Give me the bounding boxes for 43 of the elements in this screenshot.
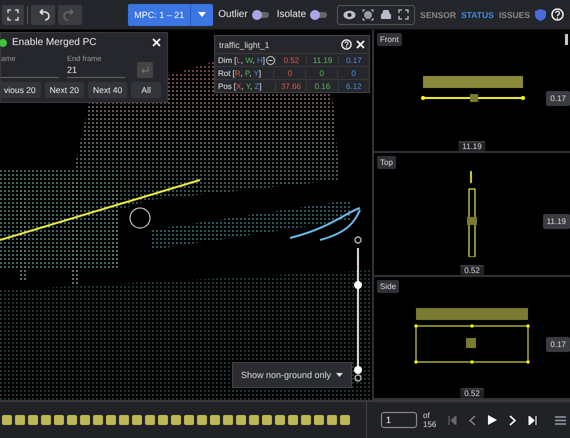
view-label: Side — [377, 280, 400, 293]
row-label: Rot — [217, 68, 230, 78]
frame-range-button[interactable]: Next 20 — [44, 82, 84, 98]
axis-legend: [X, Y, Z] — [234, 82, 264, 90]
dimension-label: 11.19 — [458, 141, 486, 152]
dimension-label: 0.52 — [460, 264, 484, 275]
row-label: Dim — [217, 56, 232, 64]
value-cell[interactable]: 0.17 — [338, 56, 370, 64]
toggle-label: Isolate — [276, 9, 306, 20]
panel-title: Enable Merged PC — [12, 37, 98, 48]
view-label: Top — [377, 156, 396, 170]
frame-number-field[interactable]: 1 — [381, 412, 417, 428]
dimension-label: 11.19 — [542, 214, 570, 229]
axis-legend: [L, W, H] — [234, 56, 264, 64]
value-cell[interactable]: 0.16 — [306, 82, 338, 90]
projection-view[interactable]: Front 0.17 11.19 — [374, 30, 570, 154]
dimension-label: 0.52 — [460, 388, 484, 398]
value-cell[interactable]: 0 — [305, 68, 338, 78]
projection-view[interactable]: Top 11.19 0.52 — [374, 153, 570, 277]
axis-legend: [R, P, Y] — [232, 68, 262, 78]
dimension-label: 0.17 — [546, 337, 570, 352]
value-cell[interactable]: 0 — [273, 68, 306, 78]
total-frames: 156 — [423, 420, 436, 429]
view-label: Front — [377, 33, 402, 46]
value-cell[interactable]: 11.19 — [306, 56, 338, 64]
frame-range-button[interactable]: All — [131, 82, 161, 98]
toggle-label: Outlier — [218, 9, 248, 20]
value-cell[interactable]: 0 — [337, 68, 369, 78]
value-cell[interactable]: 37.66 — [274, 82, 306, 90]
row-label: Pos — [217, 82, 232, 90]
panel-tab[interactable]: STATUS — [461, 10, 494, 20]
object-name: traffic_light_1 — [219, 40, 270, 50]
value-cell[interactable]: 0.52 — [275, 56, 306, 64]
ground-filter-dropdown[interactable]: Show non-ground only — [232, 362, 352, 388]
panel-tab[interactable]: ISSUES — [498, 10, 530, 20]
panel-tab[interactable]: SENSOR — [420, 10, 456, 20]
dimension-label: 0.17 — [546, 90, 570, 106]
mpc-dropdown[interactable]: MPC: 1 – 21 — [128, 4, 214, 26]
frame-range-button[interactable]: Next 40 — [88, 82, 128, 98]
of-label: of — [423, 411, 431, 420]
value-cell[interactable]: 6.12 — [338, 82, 370, 90]
projection-view[interactable]: Side 0.17 0.52 — [374, 276, 570, 400]
frame-range-button[interactable]: vious 20 — [0, 82, 41, 98]
